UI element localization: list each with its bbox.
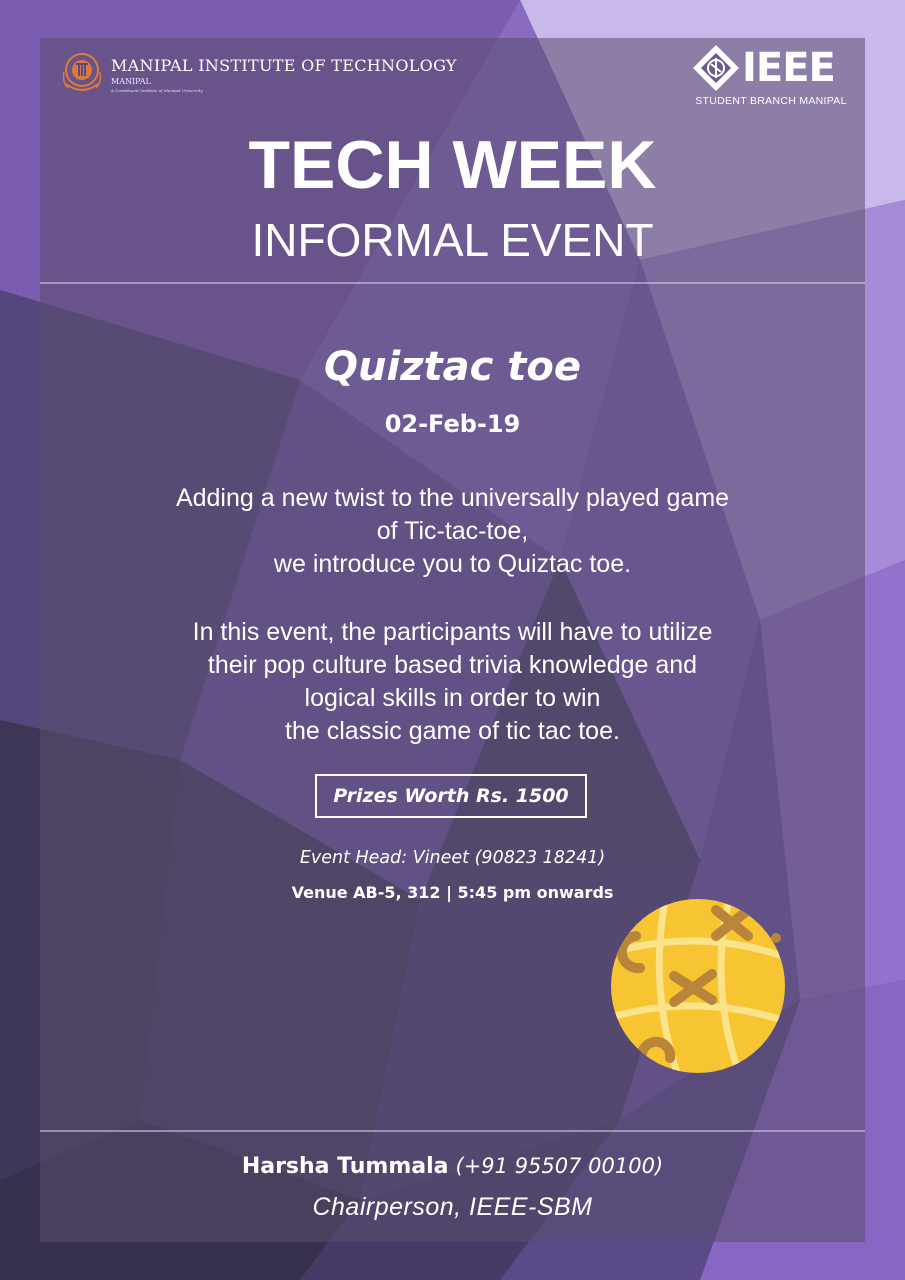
top-divider — [40, 282, 865, 284]
description-details: In this event, the participants will hav… — [90, 616, 815, 748]
institute-location: MANIPAL — [111, 77, 151, 86]
ieee-student-branch: STUDENT BRANCH MANIPAL — [695, 95, 847, 107]
prize-badge: Prizes Worth Rs. 1500 — [315, 774, 587, 818]
description-line: In this event, the participants will hav… — [192, 618, 713, 646]
page-title: TECH WEEK — [248, 127, 657, 203]
ieee-wordmark: IEEE — [742, 45, 836, 91]
institute-name: MANIPAL INSTITUTE OF TECHNOLOGY — [111, 56, 457, 75]
description-line: the classic game of tic tac toe. — [285, 717, 620, 745]
description-line: we introduce you to Quiztac toe. — [273, 550, 632, 578]
tic-tac-toe-ball-icon — [611, 899, 785, 1073]
chairperson-phone: (+91 95507 00100) — [455, 1154, 664, 1178]
chairperson-role: Chairperson, IEEE-SBM — [312, 1193, 593, 1221]
page-subtitle: INFORMAL EVENT — [251, 214, 654, 266]
description-line: of Tic-tac-toe, — [376, 517, 529, 545]
description-line: logical skills in order to win — [304, 684, 601, 712]
description-line: their pop culture based trivia knowledge… — [207, 651, 698, 679]
chairperson-name: Harsha Tummala — [241, 1154, 449, 1179]
mit-emblem-icon — [62, 53, 102, 91]
description-line: Adding a new twist to the universally pl… — [175, 484, 730, 512]
ieee-diamond-icon — [693, 45, 739, 91]
event-date: 02-Feb-19 — [384, 410, 521, 438]
description-intro: Adding a new twist to the universally pl… — [90, 482, 815, 581]
bottom-divider — [40, 1130, 865, 1132]
institute-tagline: A Constituent Institute of Manipal Unive… — [111, 88, 203, 93]
event-head-contact: Event Head: Vineet (90823 18241) — [299, 848, 606, 868]
event-name: Quiztac toe — [324, 344, 581, 390]
chairperson-line: Harsha Tummala (+91 95507 00100) — [0, 1150, 905, 1183]
